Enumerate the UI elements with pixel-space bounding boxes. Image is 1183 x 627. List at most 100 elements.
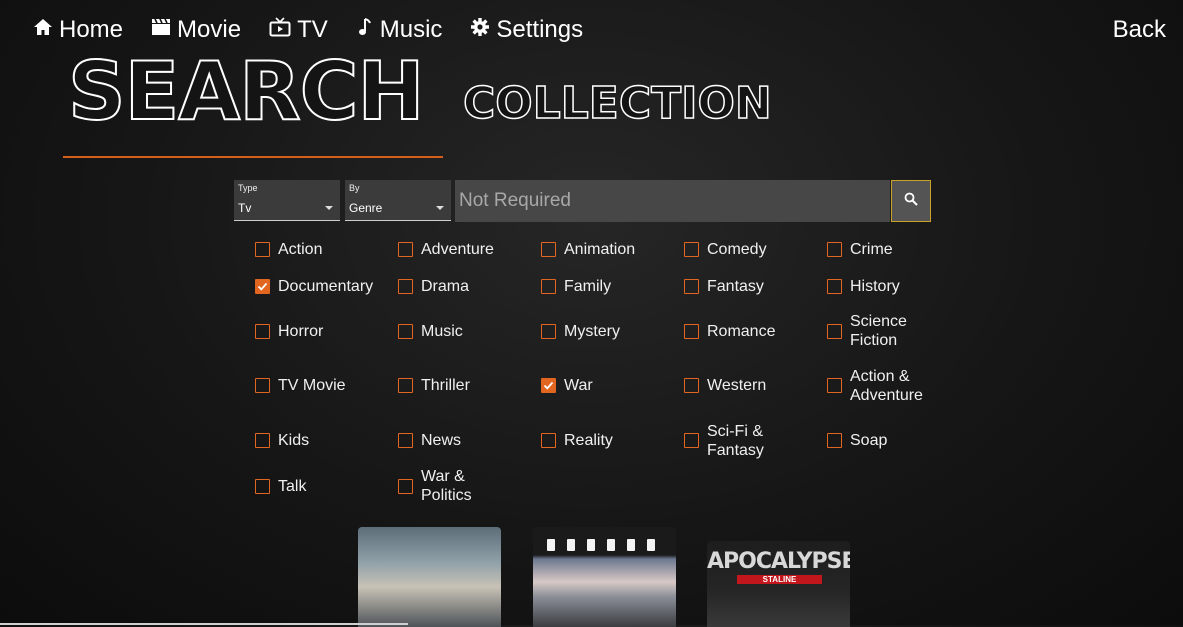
genre-option[interactable]: Action & Adventure (826, 358, 969, 413)
genre-checkbox[interactable] (255, 241, 270, 257)
search-input[interactable] (455, 180, 890, 222)
nav-settings[interactable]: Settings (470, 16, 583, 44)
genre-option[interactable]: Horror (254, 304, 397, 358)
genre-checkbox[interactable] (827, 241, 842, 257)
nav-home[interactable]: Home (33, 16, 123, 44)
genre-option[interactable]: Reality (540, 413, 683, 468)
genre-option[interactable]: TV Movie (254, 358, 397, 413)
genre-option[interactable]: History (826, 268, 969, 304)
by-select-value: Genre (349, 201, 383, 215)
genre-checkbox[interactable] (255, 433, 270, 448)
music-note-icon (356, 16, 380, 44)
film-sprocket (587, 539, 595, 551)
genre-checkbox[interactable] (684, 433, 699, 448)
nav-tv[interactable]: TV (269, 16, 328, 44)
genre-label: Fantasy (707, 277, 764, 295)
genre-checkbox[interactable] (255, 378, 270, 393)
search-icon (904, 192, 918, 211)
genre-option[interactable]: Soap (826, 413, 969, 468)
genre-checkbox[interactable] (398, 278, 413, 294)
poster-card[interactable] (533, 527, 676, 627)
clapperboard-icon (151, 16, 177, 44)
back-button[interactable]: Back (1113, 14, 1166, 46)
genre-option[interactable]: Western (683, 358, 826, 413)
poster-card[interactable] (358, 527, 501, 627)
genre-checkbox[interactable] (827, 278, 842, 294)
genre-checkbox[interactable] (255, 278, 270, 294)
genre-option[interactable]: News (397, 413, 540, 468)
genre-label: Science Fiction (850, 313, 907, 349)
genre-option[interactable]: War & Politics (397, 468, 540, 504)
genre-label: Thriller (421, 377, 470, 394)
genre-checkbox[interactable] (684, 378, 699, 393)
genre-checkbox[interactable] (541, 378, 556, 393)
genre-label: TV Movie (278, 377, 346, 394)
genre-label: Animation (564, 240, 636, 258)
type-select-label: Type (238, 183, 258, 193)
genre-label: Horror (278, 322, 324, 340)
chevron-down-icon (436, 206, 444, 210)
genre-label: Comedy (707, 240, 767, 258)
nav-music[interactable]: Music (356, 16, 442, 44)
genre-label: Kids (278, 432, 310, 449)
genre-checkbox[interactable] (398, 323, 413, 339)
genre-checkbox[interactable] (398, 433, 413, 448)
chevron-down-icon (325, 206, 333, 210)
genre-checkbox[interactable] (684, 323, 699, 339)
genre-option[interactable]: War (540, 358, 683, 413)
genre-label: History (850, 277, 900, 295)
by-select-label: By (349, 183, 360, 193)
genre-checkbox[interactable] (541, 323, 556, 339)
genre-option[interactable]: Sci-Fi & Fantasy (683, 413, 826, 468)
genre-checkbox[interactable] (541, 241, 556, 257)
genre-option[interactable]: Family (540, 268, 683, 304)
genre-checkbox[interactable] (684, 241, 699, 257)
genre-checkbox[interactable] (684, 278, 699, 294)
genre-label: Talk (278, 477, 307, 495)
genre-option[interactable]: Mystery (540, 304, 683, 358)
type-select[interactable]: Type Tv (234, 180, 340, 221)
film-sprocket (547, 539, 555, 551)
genre-checkbox[interactable] (827, 378, 842, 393)
genre-checkbox[interactable] (255, 323, 270, 339)
type-select-value: Tv (238, 201, 252, 215)
nav-settings-label: Settings (496, 16, 584, 43)
top-nav: Home Movie TV Music Settings (33, 14, 611, 46)
genre-checkbox[interactable] (255, 478, 270, 494)
genre-checkbox[interactable] (827, 433, 842, 448)
genre-option[interactable]: Music (397, 304, 540, 358)
genre-option[interactable]: Documentary (254, 268, 397, 304)
nav-movie[interactable]: Movie (151, 16, 241, 44)
genre-checkbox[interactable] (541, 278, 556, 294)
genre-option[interactable]: Comedy (683, 230, 826, 268)
search-button[interactable] (891, 180, 931, 222)
poster-card[interactable]: APOCALYPSE STALINE (707, 541, 850, 627)
genre-option[interactable]: Fantasy (683, 268, 826, 304)
genre-option[interactable]: Romance (683, 304, 826, 358)
genre-option[interactable]: Crime (826, 230, 969, 268)
genre-checkbox[interactable] (398, 478, 413, 494)
genre-label: News (421, 432, 462, 449)
genre-checkbox[interactable] (398, 241, 413, 257)
genre-option[interactable]: Drama (397, 268, 540, 304)
genre-checkbox[interactable] (398, 378, 413, 393)
genre-option[interactable]: Talk (254, 468, 397, 504)
genre-label: Soap (850, 432, 888, 449)
genre-label: Reality (564, 432, 613, 449)
genre-label: Sci-Fi & Fantasy (707, 422, 764, 459)
genre-checkbox[interactable] (541, 433, 556, 448)
genre-label: Family (564, 277, 612, 295)
nav-movie-label: Movie (177, 16, 242, 43)
genre-option[interactable]: Science Fiction (826, 304, 969, 358)
genre-option[interactable]: Kids (254, 413, 397, 468)
genre-option[interactable]: Thriller (397, 358, 540, 413)
nav-tv-label: TV (297, 16, 328, 43)
genre-option[interactable]: Adventure (397, 230, 540, 268)
by-select[interactable]: By Genre (345, 180, 451, 221)
genre-option[interactable]: Animation (540, 230, 683, 268)
poster-subtitle: STALINE (737, 575, 822, 584)
genre-label: Music (421, 322, 463, 340)
genre-checkbox[interactable] (827, 323, 842, 339)
page-subtitle: COLLECTION (462, 78, 772, 129)
genre-option[interactable]: Action (254, 230, 397, 268)
